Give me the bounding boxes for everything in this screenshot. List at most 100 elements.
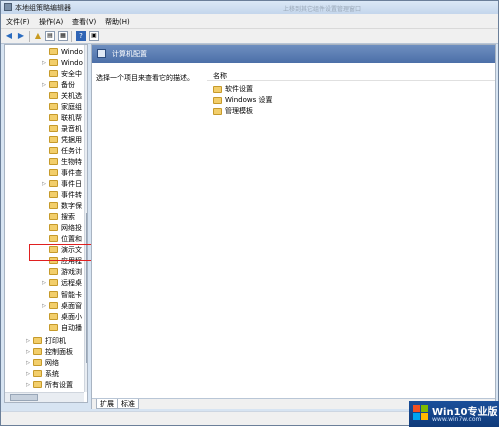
expand-arrow-icon[interactable]: ▷ [25,349,31,355]
menu-help[interactable]: 帮助(H) [105,17,130,27]
tree-item-label: 事件日 [61,180,82,188]
expand-arrow-icon[interactable] [41,269,47,275]
list-item-label: Windows 设置 [225,96,273,104]
expand-arrow-icon[interactable] [41,170,47,176]
folder-icon [49,302,58,309]
tree-item-label: 数字保 [61,202,82,210]
folder-icon [49,191,58,198]
name-column-label: 名称 [213,72,227,80]
tree-hscroll-thumb[interactable] [10,394,38,401]
expand-arrow-icon[interactable]: ▷ [41,303,47,309]
folder-icon [49,279,58,286]
folder-icon [49,213,58,220]
tree-item-label: 桌面小 [61,313,82,321]
expand-arrow-icon[interactable]: ▷ [41,60,47,66]
ghost-title-text: 上移到其它组件设置管理窗口 [283,6,362,13]
expand-arrow-icon[interactable] [41,148,47,154]
tree-vscroll-thumb[interactable] [86,213,87,363]
tree-item-label: 生物特 [61,158,82,166]
up-folder-icon[interactable]: ▲ [33,31,43,41]
expand-arrow-icon[interactable] [41,104,47,110]
tree-item-label: 联机帮 [61,114,82,122]
expand-arrow-icon[interactable]: ▷ [25,371,31,377]
folder-icon [49,125,58,132]
menu-file[interactable]: 文件(F) [6,17,30,27]
tree-pane: Windo ▷ Windo 安全中 ▷ 备份 关机选 家庭组 联机帮 录音机 凭据用 任务计 生物特 事件… [4,44,88,403]
tree-item-label: Windo [61,59,83,67]
folder-icon [49,158,58,165]
expand-arrow-icon[interactable]: ▷ [41,82,47,88]
expand-arrow-icon[interactable] [41,159,47,165]
tree-item-label: 打印机 [45,337,66,345]
tab-standard[interactable]: 标准 [117,399,139,409]
tree-item-label: 智能卡 [61,291,82,299]
tab-extended[interactable]: 扩展 [96,399,118,409]
folder-icon [49,180,58,187]
tree-item-label: 所有设置 [45,381,73,389]
expand-arrow-icon[interactable] [41,192,47,198]
details-pane: 计算机配置 选择一个项目来查看它的描述。 名称 软件设置 Windows 设置 … [91,44,496,409]
tree-item-label: 搜索 [61,213,75,221]
folder-icon [49,114,58,121]
expand-arrow-icon[interactable] [41,325,47,331]
app-icon [4,3,12,11]
show-hide-tree-icon[interactable]: ▤ [45,31,55,41]
editor-window: 本地组策略编辑器 上移到其它组件设置管理窗口 文件(F) 操作(A) 查看(V)… [0,0,499,427]
folder-icon [33,348,42,355]
expand-arrow-icon[interactable]: ▷ [25,382,31,388]
expand-arrow-icon[interactable] [41,93,47,99]
tree-item-label: 网络 [45,359,59,367]
folder-icon [49,324,58,331]
expand-arrow-icon[interactable] [41,225,47,231]
menu-bar: 文件(F) 操作(A) 查看(V) 帮助(H) [1,14,498,29]
tree-item-label: Windo [61,48,83,56]
tree-item-label: 录音机 [61,125,82,133]
export-list-icon[interactable]: ▦ [58,31,68,41]
expand-arrow-icon[interactable] [41,292,47,298]
tree-horizontal-scrollbar[interactable] [5,392,84,402]
expand-arrow-icon[interactable] [41,71,47,77]
tree-item-label: 凭据用 [61,136,82,144]
expand-arrow-icon[interactable]: ▷ [25,360,31,366]
expand-arrow-icon[interactable]: ▷ [41,181,47,187]
properties-icon[interactable]: ▣ [89,31,99,41]
expand-arrow-icon[interactable] [41,314,47,320]
name-column-header[interactable]: 名称 [207,69,495,81]
expand-arrow-icon[interactable] [41,236,47,242]
expand-arrow-icon[interactable] [41,214,47,220]
expand-arrow-icon[interactable]: ▷ [25,338,31,344]
folder-icon [213,108,222,115]
expand-arrow-icon[interactable] [41,126,47,132]
expand-arrow-icon[interactable] [41,137,47,143]
tree-item-label: 远程桌 [61,279,82,287]
tree-item-label: 事件查 [61,169,82,177]
menu-view[interactable]: 查看(V) [72,17,96,27]
menu-action[interactable]: 操作(A) [39,17,63,27]
toolbar-separator [29,31,30,42]
computer-config-icon [97,49,106,58]
folder-icon [49,235,58,242]
tree-item-label: 桌面窗 [61,302,82,310]
description-text: 选择一个项目来查看它的描述。 [96,74,194,82]
window-title: 本地组策略编辑器 [15,4,71,12]
tree-vertical-scrollbar[interactable] [84,45,87,392]
details-header-title: 计算机配置 [112,50,147,58]
expand-arrow-icon[interactable]: ▷ [41,280,47,286]
help-icon[interactable]: ? [76,31,86,41]
tree-item-label: 位置和 [61,235,82,243]
expand-arrow-icon[interactable] [41,203,47,209]
expand-arrow-icon[interactable] [41,115,47,121]
tree-item-label: 关机选 [61,92,82,100]
back-arrow-icon[interactable]: ◀ [4,31,14,41]
folder-icon [213,86,222,93]
folder-icon [33,337,42,344]
folder-icon [49,48,58,55]
folder-icon [49,291,58,298]
forward-arrow-icon[interactable]: ▶ [16,31,26,41]
folder-icon [33,359,42,366]
expand-arrow-icon[interactable] [41,49,47,55]
folder-icon [49,92,58,99]
folder-icon [49,103,58,110]
folder-icon [213,97,222,104]
tree-item-label: 家庭组 [61,103,82,111]
